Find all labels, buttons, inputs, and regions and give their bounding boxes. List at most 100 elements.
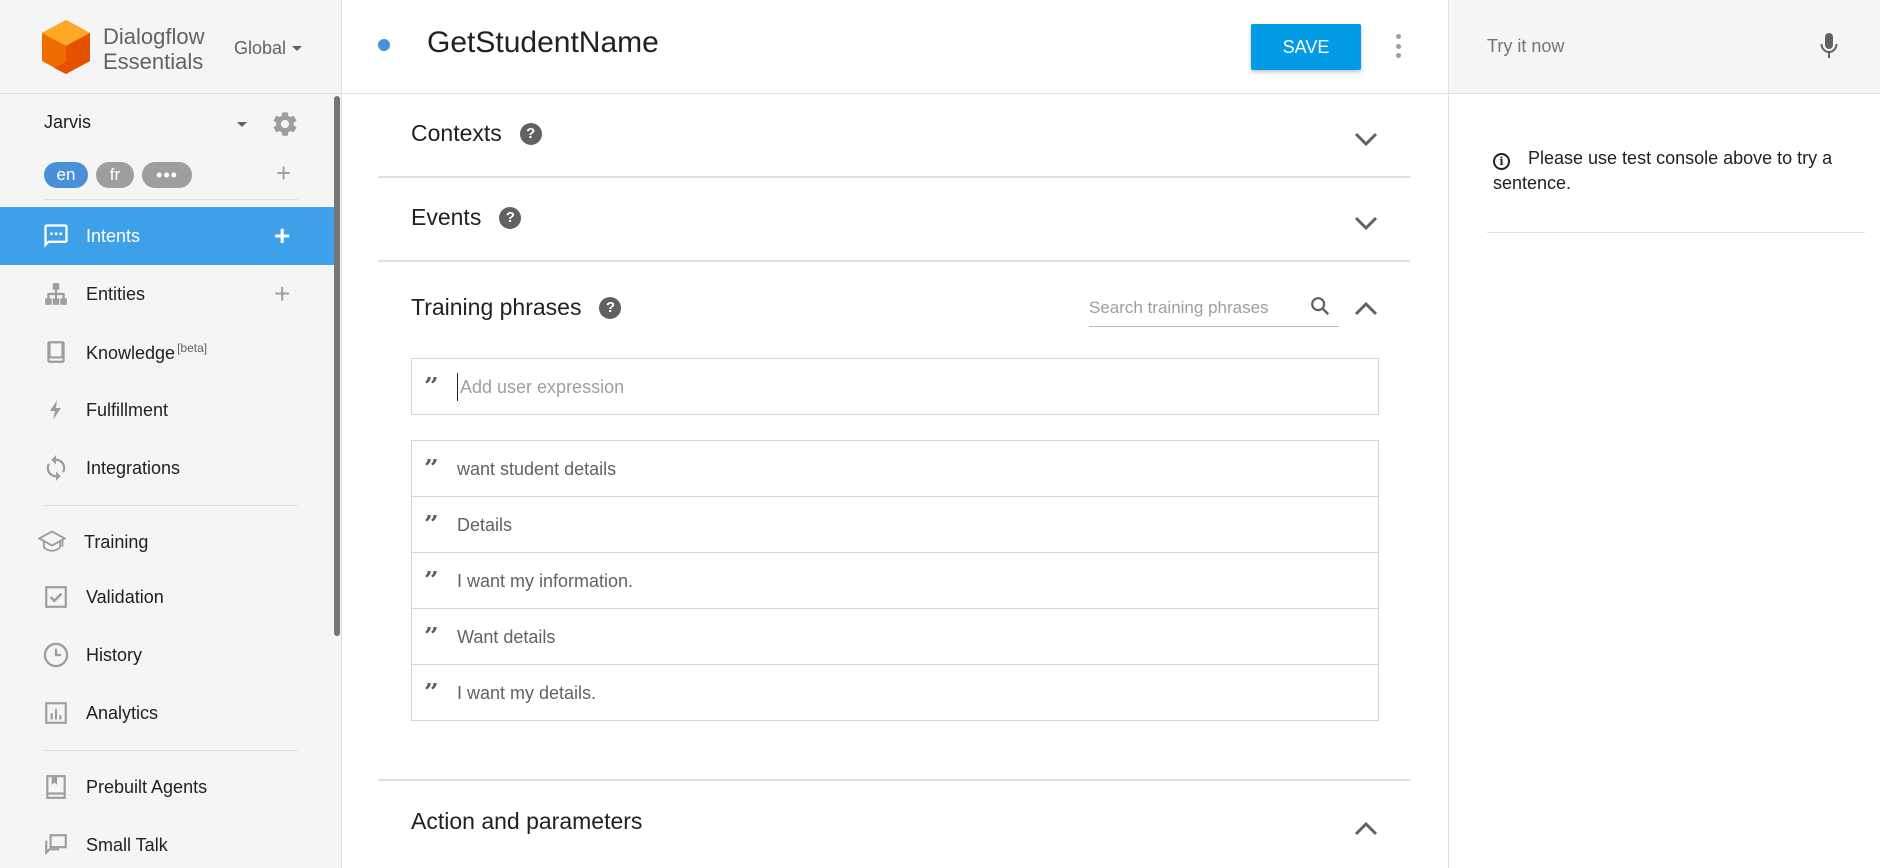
sidebar-item-analytics[interactable]: Analytics bbox=[0, 684, 334, 742]
sidebar-item-small-talk[interactable]: Small Talk bbox=[0, 816, 334, 868]
intent-header: GetStudentName SAVE bbox=[342, 0, 1448, 94]
sidebar-divider bbox=[44, 750, 298, 751]
gear-icon[interactable] bbox=[271, 110, 299, 138]
sidebar-item-validation[interactable]: Validation bbox=[0, 568, 334, 626]
training-phrase-text[interactable]: I want my details. bbox=[457, 683, 596, 704]
product-name: Dialogflow Essentials bbox=[103, 24, 205, 74]
graduation-cap-icon bbox=[38, 528, 66, 556]
quote-icon: ” bbox=[424, 571, 439, 591]
console-info-message: i Please use test console above to try a … bbox=[1493, 146, 1843, 196]
sidebar-item-label: Integrations bbox=[86, 457, 181, 478]
training-phrases-section-header[interactable]: Training phrases ? bbox=[411, 294, 622, 321]
sidebar-divider bbox=[44, 199, 298, 200]
sidebar-item-label: Training bbox=[84, 531, 149, 552]
help-icon[interactable]: ? bbox=[599, 296, 622, 319]
agent-name: Jarvis bbox=[44, 112, 92, 132]
add-user-expression-input[interactable] bbox=[457, 373, 1357, 401]
add-entity-icon[interactable]: + bbox=[274, 280, 290, 308]
search-input[interactable]: Search training phrases bbox=[1089, 298, 1269, 318]
quote-icon: ” bbox=[424, 683, 439, 703]
quote-icon: ” bbox=[424, 459, 439, 479]
language-chip-en[interactable]: en bbox=[44, 162, 88, 188]
training-phrase-text[interactable]: Want details bbox=[457, 627, 555, 648]
caret-down-icon bbox=[292, 46, 303, 51]
action-parameters-section-header[interactable]: Action and parameters bbox=[411, 808, 642, 835]
training-phrase-row[interactable]: ” want student details bbox=[412, 441, 1378, 497]
chat-bubble-icon bbox=[42, 222, 70, 250]
more-languages-chip[interactable]: ••• bbox=[142, 162, 192, 188]
sidebar-item-label: History bbox=[86, 644, 143, 665]
try-it-now-input[interactable]: Try it now bbox=[1487, 36, 1564, 57]
sidebar-item-training[interactable]: Training bbox=[0, 513, 334, 571]
beta-tag: [beta] bbox=[177, 340, 208, 355]
chevron-down-icon[interactable] bbox=[1353, 214, 1379, 232]
product-name-line1: Dialogflow bbox=[103, 24, 205, 49]
search-icon[interactable] bbox=[1309, 295, 1331, 317]
sidebar-item-integrations[interactable]: Integrations bbox=[0, 439, 334, 497]
add-language-icon[interactable]: + bbox=[276, 160, 291, 186]
help-icon[interactable]: ? bbox=[519, 122, 542, 145]
sidebar-item-label: Validation bbox=[86, 586, 164, 607]
training-phrase-row[interactable]: ” I want my information. bbox=[412, 553, 1378, 609]
section-title: Contexts bbox=[411, 120, 502, 146]
sidebar-scrollbar[interactable] bbox=[334, 96, 340, 636]
quote-icon: ” bbox=[424, 377, 439, 397]
agent-selector[interactable]: Jarvis bbox=[44, 112, 304, 136]
language-chips: en fr ••• bbox=[44, 162, 192, 188]
sidebar-item-knowledge[interactable]: Knowledge [beta] bbox=[0, 323, 334, 381]
book-icon bbox=[42, 338, 70, 366]
intent-editor: GetStudentName SAVE Contexts ? Events ? … bbox=[342, 0, 1448, 868]
bookmark-book-icon bbox=[42, 773, 70, 801]
sidebar-item-history[interactable]: History bbox=[0, 626, 334, 684]
region-label: Global bbox=[234, 38, 287, 58]
sidebar-divider bbox=[44, 505, 298, 506]
training-phrase-row[interactable]: ” Want details bbox=[412, 609, 1378, 665]
training-phrase-row[interactable]: ” I want my details. bbox=[412, 665, 1378, 721]
training-phrase-text[interactable]: Details bbox=[457, 515, 512, 536]
training-phrase-list: ” want student details ” Details ” I wan… bbox=[411, 440, 1379, 721]
sidebar-item-fulfillment[interactable]: Fulfillment bbox=[0, 381, 334, 439]
clock-icon bbox=[42, 641, 70, 669]
chevron-up-icon[interactable] bbox=[1353, 300, 1379, 318]
help-icon[interactable]: ? bbox=[499, 206, 522, 229]
knowledge-label: Knowledge bbox=[86, 342, 176, 363]
section-divider bbox=[378, 176, 1410, 178]
sidebar: Dialogflow Essentials Global Jarvis en f… bbox=[0, 0, 342, 868]
chevron-up-icon[interactable] bbox=[1353, 820, 1379, 838]
dialogflow-logo-icon[interactable] bbox=[40, 18, 92, 78]
sidebar-item-label: Prebuilt Agents bbox=[86, 776, 208, 797]
region-selector[interactable]: Global bbox=[234, 38, 303, 59]
section-divider bbox=[378, 779, 1410, 781]
app-root: Dialogflow Essentials Global Jarvis en f… bbox=[0, 0, 1880, 868]
test-console: Try it now i Please use test console abov… bbox=[1448, 0, 1880, 868]
intent-name[interactable]: GetStudentName bbox=[427, 26, 659, 60]
sidebar-item-prebuilt-agents[interactable]: Prebuilt Agents bbox=[0, 758, 334, 816]
add-intent-icon[interactable]: + bbox=[274, 222, 290, 250]
sidebar-item-label: Knowledge [beta] bbox=[86, 341, 207, 364]
section-title: Training phrases bbox=[411, 294, 582, 320]
training-phrase-row[interactable]: ” Details bbox=[412, 497, 1378, 553]
section-title: Events bbox=[411, 204, 482, 230]
sync-icon bbox=[42, 454, 70, 482]
more-options-icon[interactable] bbox=[1394, 34, 1402, 58]
training-phrase-search[interactable]: Search training phrases bbox=[1089, 293, 1339, 327]
microphone-icon[interactable] bbox=[1819, 31, 1839, 61]
sidebar-item-entities[interactable]: Entities + bbox=[0, 265, 334, 323]
add-expression-box: ” bbox=[411, 358, 1379, 415]
language-chip-fr[interactable]: fr bbox=[96, 162, 134, 188]
training-phrase-text[interactable]: I want my information. bbox=[457, 571, 633, 592]
caret-down-icon bbox=[237, 122, 247, 127]
test-console-header: Try it now bbox=[1449, 0, 1880, 94]
quote-icon: ” bbox=[424, 627, 439, 647]
save-button[interactable]: SAVE bbox=[1251, 24, 1361, 70]
unsaved-status-dot bbox=[378, 39, 390, 51]
chevron-down-icon[interactable] bbox=[1353, 130, 1379, 148]
sidebar-item-intents[interactable]: Intents + bbox=[0, 207, 334, 265]
events-section-header[interactable]: Events ? bbox=[411, 204, 522, 231]
bolt-icon bbox=[42, 396, 70, 424]
contexts-section-header[interactable]: Contexts ? bbox=[411, 120, 542, 147]
sidebar-item-label: Analytics bbox=[86, 702, 159, 723]
hierarchy-icon bbox=[42, 280, 70, 308]
check-box-icon bbox=[42, 583, 70, 611]
training-phrase-text[interactable]: want student details bbox=[457, 459, 616, 480]
